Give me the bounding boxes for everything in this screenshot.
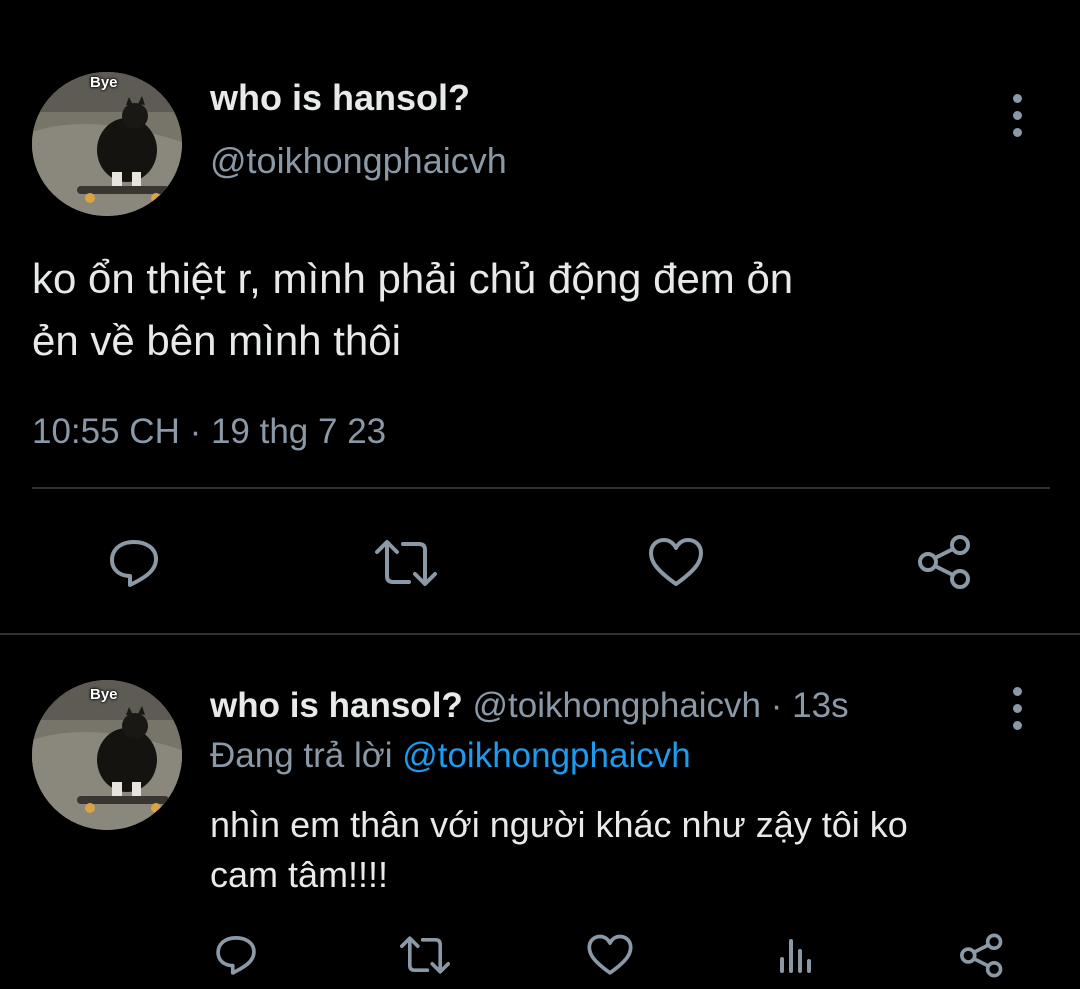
tweet-text-line: ko ổn thiệt r, mình phải chủ động đem ỏn <box>32 255 794 302</box>
replying-to: Đang trả lời @toikhongphaicvh <box>210 736 691 776</box>
reply-header: who is hansol? @toikhongphaicvh · 13s <box>210 686 849 726</box>
tweet-text-line: ẻn về bên mình thôi <box>32 317 401 364</box>
display-name[interactable]: who is hansol? <box>210 77 470 119</box>
cat-skateboard-image <box>32 72 182 216</box>
avatar[interactable]: Bye <box>32 680 182 830</box>
reply-icon[interactable] <box>212 932 260 978</box>
user-handle[interactable]: @toikhongphaicvh <box>473 686 762 725</box>
replying-prefix: Đang trả lời <box>210 736 393 775</box>
like-icon[interactable] <box>585 932 635 978</box>
display-name[interactable]: who is hansol? <box>210 686 463 725</box>
user-handle[interactable]: @toikhongphaicvh <box>210 140 507 182</box>
divider <box>32 487 1050 489</box>
reply-text-line: nhìn em thân với người khác như zậy tôi … <box>210 804 908 845</box>
reply-icon[interactable] <box>104 535 164 591</box>
views-icon[interactable] <box>774 932 818 978</box>
time-separator: · <box>770 686 783 725</box>
like-icon[interactable] <box>646 535 706 591</box>
avatar[interactable]: Bye <box>32 72 182 216</box>
tweet-timestamp[interactable]: 10:55 CH · 19 thg 7 23 <box>32 412 386 452</box>
reply-text-line: cam tâm!!!! <box>210 854 389 895</box>
share-icon[interactable] <box>956 930 1008 980</box>
avatar-caption: Bye <box>90 686 118 703</box>
more-options-icon[interactable] <box>1012 94 1022 137</box>
replying-to-link[interactable]: @toikhongphaicvh <box>402 736 691 775</box>
tweet-separator <box>0 633 1080 635</box>
reply-text: nhìn em thân với người khác như zậy tôi … <box>210 800 1040 900</box>
avatar-caption: Bye <box>90 74 118 91</box>
retweet-icon[interactable] <box>396 932 454 978</box>
share-icon[interactable] <box>912 532 978 592</box>
more-options-icon[interactable] <box>1012 687 1022 730</box>
time-ago[interactable]: 13s <box>792 686 848 725</box>
tweet-text: ko ổn thiệt r, mình phải chủ động đem ỏn… <box>32 248 1052 372</box>
retweet-icon[interactable] <box>370 535 442 591</box>
